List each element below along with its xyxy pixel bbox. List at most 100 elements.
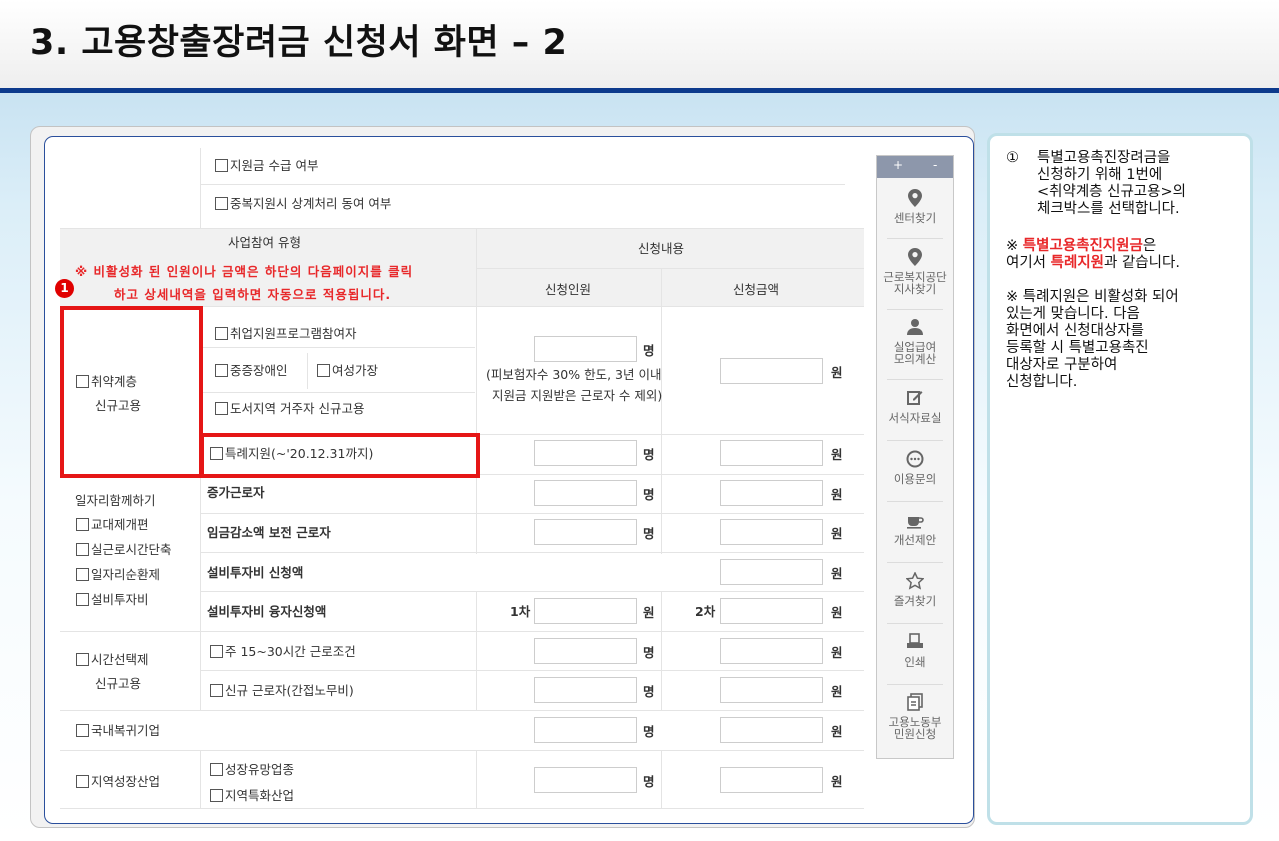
pencil-icon [905, 389, 925, 409]
vulnerable-applicants-input[interactable] [534, 336, 637, 362]
sidebar-label: 즐겨찾기 [893, 594, 937, 608]
wage-compensation-label: 임금감소액 보전 근로자 [207, 525, 331, 540]
unit-won: 원 [831, 447, 843, 462]
special-amount-input[interactable] [720, 440, 823, 466]
reshoring-amount-input[interactable] [720, 717, 823, 743]
female-head-checkbox[interactable] [317, 364, 330, 377]
star-icon [905, 571, 925, 592]
island-region-label: 도서지역 거주자 신규고용 [230, 401, 365, 416]
reshoring-label: 국내복귀기업 [91, 723, 161, 738]
regional-specialized-checkbox[interactable] [210, 789, 223, 802]
sidebar-label: 모의계산 [893, 352, 937, 366]
special-support-note-line-6: 신청합니다. [1006, 374, 1078, 390]
loan-first-round-input[interactable] [534, 598, 637, 624]
increased-workers-amount-input[interactable] [720, 480, 823, 506]
indirect-labor-applicants-input[interactable] [534, 677, 637, 703]
equipment-request-label: 설비투자비 신청액 [207, 565, 304, 580]
unit-won: 원 [831, 365, 843, 380]
work-hour-cut-checkbox[interactable] [76, 543, 89, 556]
special-applicants-input[interactable] [534, 440, 637, 466]
coffee-cup-icon [905, 511, 925, 531]
indirect-labor-checkbox[interactable] [210, 684, 223, 697]
location-pin-icon [905, 248, 925, 268]
female-head-label: 여성가장 [332, 363, 379, 378]
part-time-hire-checkbox[interactable] [76, 653, 89, 666]
equipment-invest-checkbox[interactable] [76, 593, 89, 606]
growth-sector-label: 성장유망업종 [225, 762, 295, 777]
instruction-panel [987, 133, 1253, 825]
wage-compensation-amount-input[interactable] [720, 519, 823, 545]
weekly-hours-checkbox[interactable] [210, 645, 223, 658]
print-link[interactable]: 인쇄 [877, 633, 953, 668]
suggestion-link[interactable]: 개선제안 [877, 511, 953, 546]
regional-specialized-label: 지역특화산업 [225, 788, 295, 803]
funding-received-checkbox[interactable] [215, 159, 228, 172]
vulnerable-highlight-box [60, 306, 203, 478]
unit-won: 원 [831, 526, 843, 541]
sidebar-label: 지사찾기 [893, 282, 937, 296]
unit-person: 명 [643, 343, 655, 358]
increased-workers-label: 증가근로자 [207, 485, 265, 500]
unit-won: 원 [831, 566, 843, 581]
special-support-note-line-5: 대상자로 구분하여 [1006, 357, 1118, 373]
zoom-out-button[interactable]: - [933, 158, 937, 172]
unit-person: 명 [643, 774, 655, 789]
unit-won: 원 [643, 605, 655, 620]
unit-won: 원 [831, 487, 843, 502]
notice-line-2: 하고 상세내역을 입력하면 자동으로 적용됩니다. [114, 287, 392, 302]
reshoring-applicants-input[interactable] [534, 717, 637, 743]
zoom-in-button[interactable]: + [893, 158, 903, 172]
center-search-link[interactable]: 센터찾기 [877, 189, 953, 224]
duplicate-consent-label: 중복지원시 상계처리 동여 여부 [230, 196, 392, 211]
step-1-marker: 1 [55, 279, 74, 298]
sidebar-label: 개선제안 [893, 533, 937, 547]
regional-applicants-input[interactable] [534, 767, 637, 793]
forms-library-link[interactable]: 서식자료실 [877, 389, 953, 424]
second-round-label: 2차 [695, 604, 716, 619]
duplicate-consent-checkbox[interactable] [215, 197, 228, 210]
participation-type-header: 사업참여 유형 [228, 235, 301, 250]
vulnerable-amount-input[interactable] [720, 358, 823, 384]
reshoring-checkbox[interactable] [76, 724, 89, 737]
quick-menu-zoom-bar: + - [877, 156, 953, 178]
amount-header: 신청금액 [733, 282, 780, 297]
weekly-hours-applicants-input[interactable] [534, 638, 637, 664]
instruction-step-line-3: <취약계층 신규고용>의 [1037, 184, 1186, 200]
weekly-hours-amount-input[interactable] [720, 638, 823, 664]
equipment-request-amount-input[interactable] [720, 559, 823, 585]
island-region-checkbox[interactable] [215, 402, 228, 415]
favorites-link[interactable]: 즐겨찾기 [877, 571, 953, 608]
first-round-label: 1차 [510, 604, 531, 619]
job-rotation-checkbox[interactable] [76, 568, 89, 581]
severe-disability-checkbox[interactable] [215, 364, 228, 377]
wage-compensation-input[interactable] [534, 519, 637, 545]
unit-won: 원 [831, 774, 843, 789]
unit-person: 명 [643, 645, 655, 660]
vulnerable-note-1: (피보험자수 30% 한도, 3년 이내 [486, 367, 662, 382]
loan-second-round-input[interactable] [720, 598, 823, 624]
person-icon [905, 318, 925, 338]
regional-amount-input[interactable] [720, 767, 823, 793]
equipment-loan-label: 설비투자비 융자신청액 [207, 604, 327, 619]
instruction-step-line-1: 특별고용촉진장려금을 [1037, 150, 1171, 166]
inquiry-link[interactable]: 이용문의 [877, 450, 953, 485]
increased-workers-input[interactable] [534, 480, 637, 506]
sidebar-label: 인쇄 [904, 655, 926, 669]
ministry-petition-link[interactable]: 고용노동부 민원신청 [877, 693, 953, 740]
severe-disability-label: 중증장애인 [230, 363, 288, 378]
instruction-step-line-2: 신청하기 위해 1번에 [1037, 167, 1163, 183]
employment-program-checkbox[interactable] [215, 327, 228, 340]
funding-received-label: 지원금 수급 여부 [230, 158, 319, 173]
indirect-labor-amount-input[interactable] [720, 677, 823, 703]
location-pin-icon [905, 189, 925, 209]
unemployment-calc-link[interactable]: 실업급여 모의계산 [877, 318, 953, 365]
branch-search-link[interactable]: 근로복지공단 지사찾기 [877, 248, 953, 295]
unit-person: 명 [643, 684, 655, 699]
unit-person: 명 [643, 487, 655, 502]
unit-won: 원 [831, 724, 843, 739]
growth-sector-checkbox[interactable] [210, 763, 223, 776]
job-sharing-label: 일자리함께하기 [75, 493, 156, 508]
shift-reform-checkbox[interactable] [76, 518, 89, 531]
application-content-header: 신청내용 [638, 241, 685, 256]
regional-industry-checkbox[interactable] [76, 775, 89, 788]
